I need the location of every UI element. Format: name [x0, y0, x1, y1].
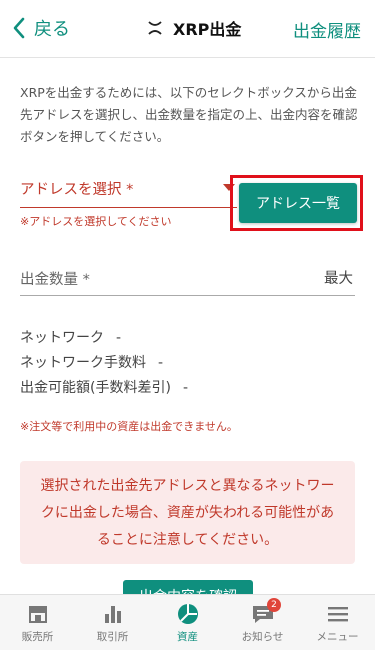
- address-select[interactable]: アドレスを選択 *: [20, 172, 237, 208]
- info-row-network: ネットワーク -: [20, 326, 188, 351]
- page-title: XRP出金: [145, 16, 241, 40]
- tab-label: メニュー: [316, 631, 359, 643]
- info-value: -: [158, 355, 164, 371]
- tab-label: 資産: [177, 631, 198, 643]
- max-button[interactable]: 最大: [324, 267, 353, 288]
- info-label: ネットワーク: [20, 330, 104, 346]
- chevron-left-icon: [13, 17, 25, 39]
- info-label: ネットワーク手数料: [20, 355, 146, 371]
- tab-assets[interactable]: 資産: [150, 595, 225, 650]
- withdrawal-history-link[interactable]: 出金履歴: [293, 17, 361, 42]
- tab-label: お知らせ: [241, 631, 284, 643]
- info-label: 出金可能額(手数料差引): [20, 380, 171, 396]
- withdrawal-info: ネットワーク - ネットワーク手数料 - 出金可能額(手数料差引) -: [20, 326, 188, 401]
- info-value: -: [116, 330, 122, 346]
- tab-notices[interactable]: 2 お知らせ: [225, 595, 300, 650]
- tab-exchange[interactable]: 取引所: [75, 595, 150, 650]
- info-value: -: [182, 380, 188, 396]
- tab-bar: 販売所 取引所 資産 2 お知らせ メニュー: [0, 594, 375, 650]
- tab-shop[interactable]: 販売所: [0, 595, 75, 650]
- xrp-icon: [148, 21, 162, 35]
- info-row-withdrawable: 出金可能額(手数料差引) -: [20, 376, 188, 401]
- address-list-button[interactable]: アドレス一覧: [239, 183, 357, 223]
- tab-label: 販売所: [21, 631, 54, 643]
- info-row-network-fee: ネットワーク手数料 -: [20, 351, 188, 376]
- intro-text: XRPを出金するためには、以下のセレクトボックスから出金先アドレスを選択し、出金…: [20, 85, 358, 144]
- address-select-label: アドレスを選択 *: [20, 182, 134, 198]
- page-title-text: XRP出金: [173, 20, 242, 39]
- quantity-label: 出金数量 *: [20, 272, 90, 288]
- notice-text: ※注文等で利用中の資産は出金できません。: [20, 420, 238, 433]
- shop-icon: [28, 606, 47, 623]
- network-warning: 選択された出金先アドレスと異なるネットワークに出金した場合、資産が失われる可能性…: [20, 461, 355, 564]
- tab-menu[interactable]: メニュー: [300, 595, 375, 650]
- back-label: 戻る: [34, 19, 70, 40]
- chart-bars-icon: [104, 606, 121, 623]
- tab-label: 取引所: [96, 631, 129, 643]
- menu-icon: [327, 607, 348, 622]
- header: 戻る XRP出金 出金履歴: [0, 0, 375, 58]
- pie-chart-icon: [177, 604, 198, 624]
- notification-badge: 2: [267, 598, 281, 612]
- quantity-input[interactable]: 出金数量 * 最大: [20, 262, 355, 296]
- back-button[interactable]: 戻る: [12, 15, 70, 41]
- address-error-text: ※アドレスを選択してください: [20, 215, 172, 228]
